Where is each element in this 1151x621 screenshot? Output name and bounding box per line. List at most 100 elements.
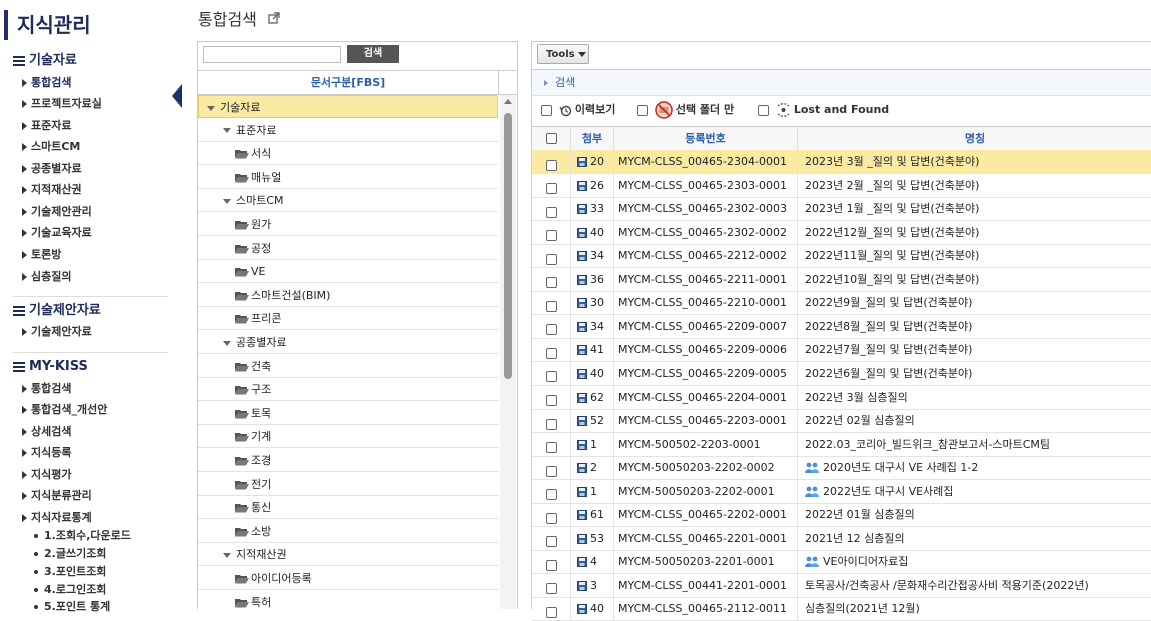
attach-cell[interactable]: 61 <box>571 503 614 527</box>
tree-search-input[interactable] <box>203 46 341 63</box>
row-checkbox[interactable] <box>545 442 557 454</box>
sidebar-item-proposal-mgmt[interactable]: 기술제안관리 <box>22 204 92 220</box>
name-cell[interactable]: 2023년 3월 _질의 및 답변(건축분야) <box>798 150 1151 173</box>
tree-node[interactable]: 전기 <box>198 473 498 496</box>
attach-cell[interactable]: 2 <box>571 456 614 480</box>
table-row[interactable]: 34 MYCM-CLSS_00465-2212-0002 2022년11월_질의 및… <box>532 244 1151 269</box>
document-name[interactable]: 2022년8월_질의 및 답변(건축분야) <box>805 320 972 333</box>
name-cell[interactable]: 2022년 3월 심층질의 <box>798 386 1151 409</box>
attach-cell[interactable]: 52 <box>571 409 614 433</box>
tree-node[interactable]: 구조 <box>198 378 498 402</box>
selected-folder-checkbox[interactable] <box>637 104 648 116</box>
expand-toggle-icon[interactable] <box>223 340 231 346</box>
sidebar-item-education[interactable]: 기술교육자료 <box>22 225 92 241</box>
row-checkbox[interactable] <box>545 183 557 195</box>
name-cell[interactable]: 2022년도 대구시 VE사례집 <box>798 480 1151 503</box>
table-row[interactable]: 53 MYCM-CLSS_00465-2201-0001 2021년 12 심층질의 <box>532 526 1151 551</box>
row-checkbox[interactable] <box>545 536 557 548</box>
tree-node[interactable]: 서식 <box>198 142 498 166</box>
select-all-checkbox[interactable] <box>545 133 557 144</box>
row-select-cell[interactable] <box>532 409 571 433</box>
name-cell[interactable]: 2022년6월_질의 및 답변(건축분야) <box>798 362 1151 385</box>
attach-cell[interactable]: 53 <box>571 526 614 550</box>
row-checkbox[interactable] <box>545 559 557 571</box>
tree-node[interactable]: 공정 <box>198 237 498 260</box>
header-select-all[interactable] <box>532 127 571 150</box>
row-checkbox[interactable] <box>545 347 557 359</box>
row-select-cell[interactable] <box>532 432 571 456</box>
header-reg-no[interactable]: 등록번호 <box>614 127 798 150</box>
sidebar-item-deep-query[interactable]: 심층질의 <box>22 269 71 285</box>
tree-node[interactable]: 공종별자료 <box>198 331 498 354</box>
table-row[interactable]: 33 MYCM-CLSS_00465-2302-0003 2023년 1월 _질의 … <box>532 197 1151 222</box>
document-name[interactable]: 2022.03_코리아_빌드위크_참관보고서-스마트CM팀 <box>805 438 1050 451</box>
row-select-cell[interactable] <box>532 456 571 480</box>
section-header-tech[interactable]: 기술자료 <box>13 52 77 70</box>
sidebar-item-integrated-search[interactable]: 통합검색 <box>22 75 71 91</box>
sidebar-item-trade[interactable]: 공종별자료 <box>22 161 82 177</box>
sidebar-subitem-views[interactable]: 1.조회수,다운로드 <box>34 528 131 544</box>
name-cell[interactable]: 2021년 12 심층질의 <box>798 527 1151 550</box>
tree-node[interactable]: 프리콘 <box>198 307 498 331</box>
sidebar-item-detail-search[interactable]: 상세검색 <box>22 424 71 440</box>
header-name[interactable]: 명칭 <box>798 127 1151 150</box>
history-filter[interactable]: 이력보기 <box>541 99 615 121</box>
document-name[interactable]: 2022년12월_질의 및 답변(건축분야) <box>805 226 979 239</box>
lost-found-checkbox[interactable] <box>758 104 769 116</box>
table-row[interactable]: 34 MYCM-CLSS_00465-2209-0007 2022년8월_질의 및 … <box>532 314 1151 339</box>
attach-cell[interactable]: 3 <box>571 573 614 597</box>
document-name[interactable]: 2023년 3월 _질의 및 답변(건축분야) <box>805 155 979 168</box>
sidebar-item-evaluate[interactable]: 지식평가 <box>22 467 71 483</box>
name-cell[interactable]: 2022년 01월 심층질의 <box>798 503 1151 526</box>
document-name[interactable]: 2022년9월_질의 및 답변(건축분야) <box>805 296 972 309</box>
sidebar-subitem-logins[interactable]: 4.로그인조회 <box>34 582 106 598</box>
section-header-proposal[interactable]: 기술제안자료 <box>13 302 101 320</box>
attach-cell[interactable]: 40 <box>571 361 614 385</box>
row-select-cell[interactable] <box>532 503 571 527</box>
tree-node[interactable]: 조경 <box>198 449 498 472</box>
row-checkbox[interactable] <box>545 253 557 265</box>
history-checkbox[interactable] <box>541 104 552 116</box>
table-row[interactable]: 30 MYCM-CLSS_00465-2210-0001 2022년9월_질의 및 … <box>532 291 1151 316</box>
row-checkbox[interactable] <box>545 277 557 289</box>
row-select-cell[interactable] <box>532 479 571 503</box>
row-select-cell[interactable] <box>532 150 571 173</box>
scroll-thumb[interactable] <box>504 113 512 379</box>
name-cell[interactable]: 2023년 2월 _질의 및 답변(건축분야) <box>798 174 1151 197</box>
sidebar-item-register[interactable]: 지식등록 <box>22 445 71 461</box>
table-row[interactable]: 26 MYCM-CLSS_00465-2303-0001 2023년 2월 _질의 … <box>532 173 1151 198</box>
document-name[interactable]: 2022년 02월 심층질의 <box>805 414 915 427</box>
tree-node[interactable]: 기계 <box>198 425 498 449</box>
sidebar-item-my-search[interactable]: 통합검색 <box>22 381 71 397</box>
tree-node[interactable]: 표준자료 <box>198 119 498 142</box>
name-cell[interactable]: 2022년11월_질의 및 답변(건축분야) <box>798 244 1151 267</box>
table-row[interactable]: 1 MYCM-500502-2203-0001 2022.03_코리아_빌드위크_참… <box>532 432 1151 457</box>
table-row[interactable]: 62 MYCM-CLSS_00465-2204-0001 2022년 3월 심층질의 <box>532 385 1151 410</box>
name-cell[interactable]: 2022년8월_질의 및 답변(건축분야) <box>798 315 1151 338</box>
tree-node[interactable]: VE <box>198 260 498 284</box>
tree-node[interactable]: 아이디어등록 <box>198 567 498 590</box>
row-checkbox[interactable] <box>545 606 557 618</box>
section-header-mykiss[interactable]: MY-KISS <box>13 358 88 376</box>
attach-cell[interactable]: 40 <box>571 597 614 621</box>
row-checkbox[interactable] <box>545 395 557 406</box>
document-name[interactable]: 2022년도 대구시 VE사례집 <box>823 485 953 498</box>
document-name[interactable]: 2023년 1월 _질의 및 답변(건축분야) <box>805 202 979 215</box>
row-select-cell[interactable] <box>532 197 571 221</box>
row-select-cell[interactable] <box>532 244 571 268</box>
sidebar-item-proposal[interactable]: 기술제안자료 <box>22 324 92 340</box>
attach-cell[interactable]: 62 <box>571 385 614 409</box>
table-row[interactable]: 52 MYCM-CLSS_00465-2203-0001 2022년 02월 심층질… <box>532 409 1151 434</box>
name-cell[interactable]: 토목공사/건축공사 /문화재수리간접공사비 적용기준(2022년) <box>798 574 1151 597</box>
document-name[interactable]: 2020년도 대구시 VE 사례집 1-2 <box>823 461 978 474</box>
row-checkbox[interactable] <box>545 324 557 336</box>
row-checkbox[interactable] <box>545 512 557 524</box>
tree-node[interactable]: 매뉴얼 <box>198 166 498 189</box>
name-cell[interactable]: 2020년도 대구시 VE 사례집 1-2 <box>798 456 1151 479</box>
attach-cell[interactable]: 34 <box>571 244 614 268</box>
attach-cell[interactable]: 20 <box>571 150 614 173</box>
document-name[interactable]: 2023년 2월 _질의 및 답변(건축분야) <box>805 179 979 192</box>
row-checkbox[interactable] <box>545 159 557 171</box>
row-checkbox[interactable] <box>545 465 557 477</box>
row-select-cell[interactable] <box>532 220 571 244</box>
